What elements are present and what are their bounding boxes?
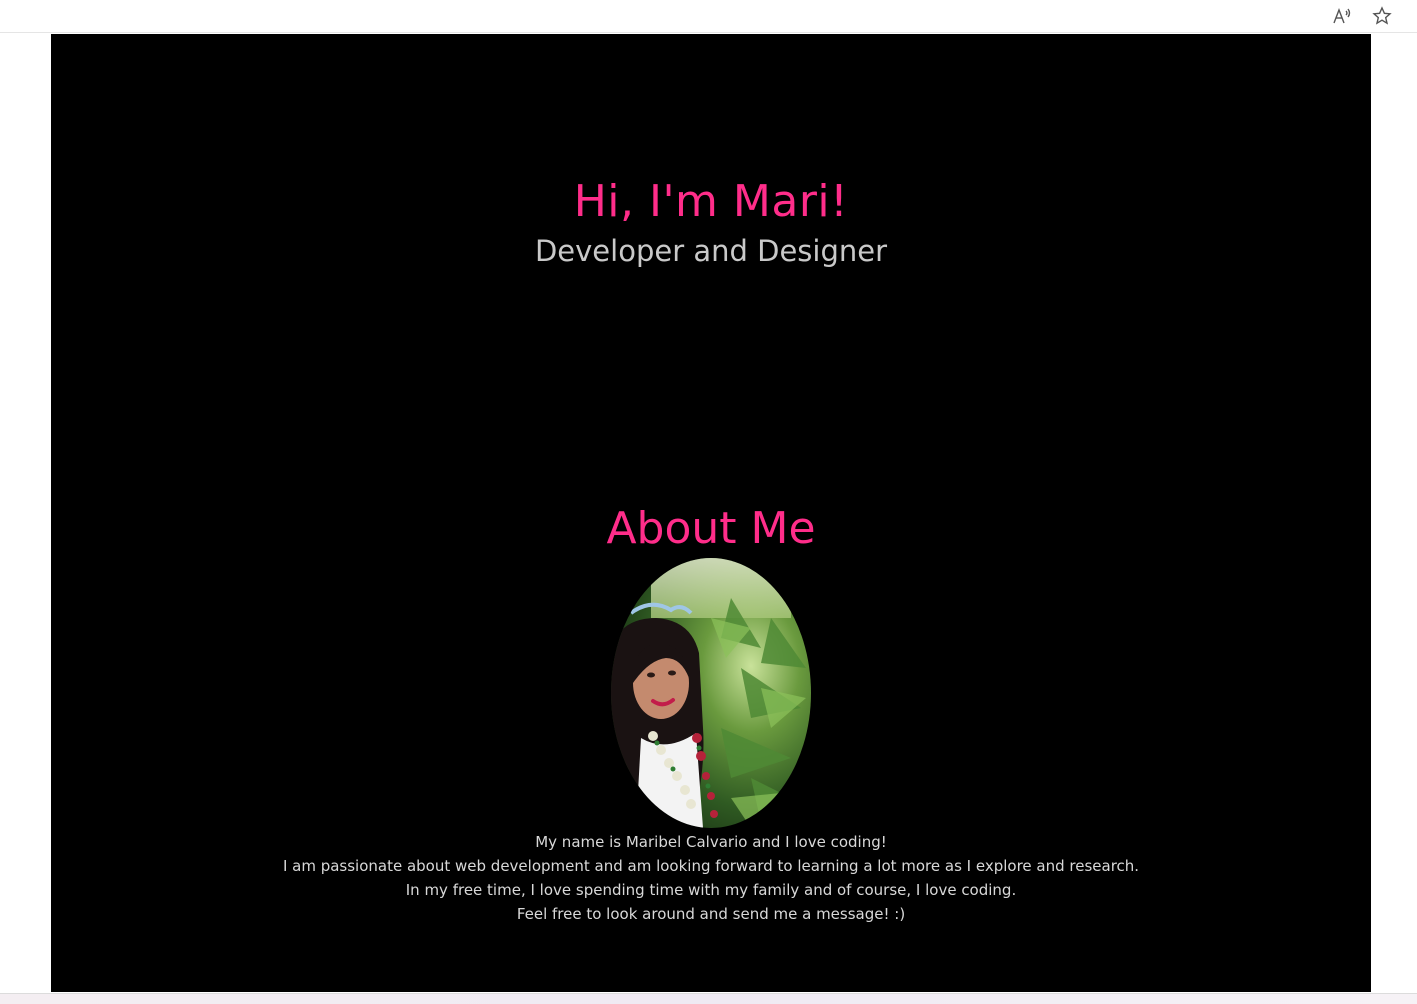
toolbar-icons (1329, 4, 1395, 28)
hero-title: Hi, I'm Mari! (573, 176, 849, 227)
bio-line: In my free time, I love spending time wi… (405, 881, 1017, 899)
portrait-photo (611, 558, 811, 828)
bio-line: My name is Maribel Calvario and I love c… (535, 833, 887, 851)
about-title: About Me (606, 503, 816, 554)
portfolio-page: Hi, I'm Mari! Developer and Designer Abo… (51, 34, 1371, 992)
read-aloud-icon[interactable] (1329, 4, 1355, 28)
bottom-edge-strip (0, 993, 1417, 1004)
browser-toolbar (0, 0, 1417, 33)
favorite-star-icon[interactable] (1369, 4, 1395, 28)
bio-line: Feel free to look around and send me a m… (516, 905, 906, 923)
hero-subtitle: Developer and Designer (534, 234, 888, 268)
about-bio: My name is Maribel Calvario and I love c… (51, 830, 1371, 926)
bio-line: I am passionate about web development an… (282, 857, 1140, 875)
